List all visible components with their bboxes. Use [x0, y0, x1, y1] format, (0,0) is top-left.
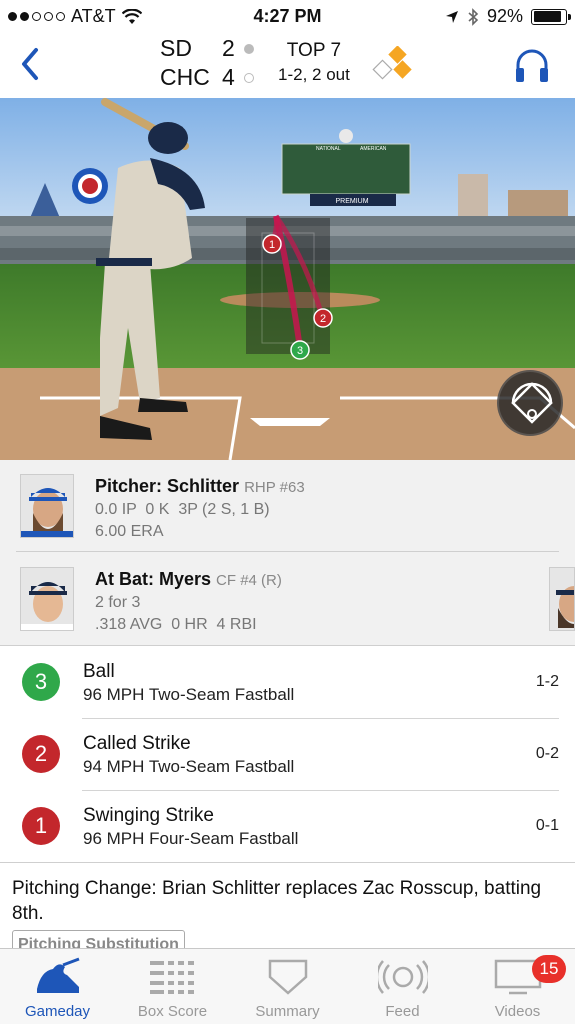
pitch-marker-1-label: 1	[269, 239, 275, 251]
batter-info: At Bat: Myers CF #4 (R) 2 for 3 .318 AVG…	[95, 569, 282, 634]
away-team-abbr: SD	[160, 35, 192, 61]
tab-label: Gameday	[24, 1003, 91, 1020]
location-arrow-icon	[445, 10, 458, 23]
matchup-divider	[16, 551, 559, 552]
field-illustration: PREMIUM NATIONAL AMERICAN 1 2 3	[0, 98, 575, 460]
pitcher-line-1: 0.0 IP 0 K 3P (2 S, 1 B)	[95, 501, 270, 518]
pitch-list: 3 Ball 96 MPH Two-Seam Fastball 1-2 2 Ca…	[0, 647, 575, 863]
pitch-number-badge: 3	[22, 663, 60, 701]
batter-line-1: 2 for 3	[95, 594, 141, 611]
tab-feed[interactable]: Feed	[345, 949, 460, 1024]
batter-name: At Bat: Myers	[95, 569, 212, 589]
baseball-feed-icon	[377, 960, 428, 994]
field-view: PREMIUM NATIONAL AMERICAN 1 2 3	[0, 98, 575, 460]
tab-videos[interactable]: 15 Videos	[460, 949, 575, 1024]
tab-summary[interactable]: Summary	[230, 949, 345, 1024]
tab-label: Videos	[494, 1003, 541, 1020]
pitch-row[interactable]: 3 Ball 96 MPH Two-Seam Fastball 1-2	[0, 647, 575, 719]
scoreboard-banner-text: PREMIUM	[335, 198, 368, 205]
scoreboard: SD 2 CHC 4	[160, 34, 254, 92]
pitch-number-badge: 1	[22, 807, 60, 845]
battery-icon	[531, 8, 571, 25]
inning-label: TOP 7	[286, 40, 342, 61]
back-chevron-icon[interactable]	[14, 44, 50, 84]
pitcher-avatar	[20, 474, 74, 538]
headphones-icon[interactable]	[513, 46, 551, 84]
pitch-result: Called Strike	[83, 733, 191, 754]
pitcher-name-row: Pitcher: Schlitter RHP #63	[95, 476, 305, 497]
batter-line-2: .318 AVG 0 HR 4 RBI	[95, 616, 257, 633]
pitch-count: 1-2	[535, 673, 559, 690]
pitch-result: Swinging Strike	[83, 805, 214, 826]
tab-label: Box Score	[137, 1003, 208, 1020]
home-team-runs: 4	[222, 64, 235, 90]
tab-box-score[interactable]: Box Score	[115, 949, 230, 1024]
event-text: Pitching Change: Brian Schlitter replace…	[12, 878, 542, 924]
tab-label: Feed	[385, 1003, 420, 1020]
count-outs: 1-2, 2 out	[278, 65, 350, 84]
game-header: SD 2 CHC 4 TOP 7 1-2, 2 out	[0, 34, 575, 98]
home-team-row: CHC 4	[160, 63, 254, 92]
pitch-description: 94 MPH Two-Seam Fastball	[83, 757, 295, 776]
game-event: Pitching Change: Brian Schlitter replace…	[12, 876, 563, 959]
pitch-number-badge: 2	[22, 735, 60, 773]
pitch-marker-2-label: 2	[320, 313, 326, 325]
pitcher-meta: RHP #63	[244, 479, 305, 496]
row-divider	[0, 862, 575, 863]
bases-diamond-icon	[372, 46, 412, 80]
scoreboard-right-text: AMERICAN	[360, 146, 387, 152]
pitcher-card[interactable]: Pitcher: Schlitter RHP #63 0.0 IP 0 K 3P…	[0, 460, 575, 552]
box-score-icon	[149, 961, 194, 994]
pitcher-info: Pitcher: Schlitter RHP #63 0.0 IP 0 K 3P…	[95, 476, 305, 541]
batter-card[interactable]: At Bat: Myers CF #4 (R) 2 for 3 .318 AVG…	[0, 553, 575, 645]
pitch-description: 96 MPH Two-Seam Fastball	[83, 685, 295, 704]
pitcher-line-2: 6.00 ERA	[95, 523, 164, 540]
tab-label: Summary	[255, 1003, 320, 1020]
batter-avatar	[20, 567, 74, 631]
pitch-count: 0-1	[535, 817, 559, 834]
pitch-result: Ball	[83, 661, 115, 682]
batting-indicator-empty	[244, 72, 254, 83]
tab-gameday[interactable]: Gameday	[0, 949, 115, 1024]
status-right: 92%	[445, 6, 571, 27]
batter-logo-icon	[36, 957, 80, 993]
bluetooth-icon	[468, 7, 479, 26]
matchup-panel: Pitcher: Schlitter RHP #63 0.0 IP 0 K 3P…	[0, 460, 575, 646]
batter-name-row: At Bat: Myers CF #4 (R)	[95, 569, 282, 590]
home-plate-icon	[268, 959, 307, 995]
scoreboard-left-text: NATIONAL	[316, 146, 341, 152]
pitch-count: 0-2	[535, 745, 559, 762]
on-deck-avatar[interactable]	[549, 567, 575, 631]
field-view-toggle-button[interactable]	[497, 370, 563, 436]
pitch-description: 96 MPH Four-Seam Fastball	[83, 829, 299, 848]
status-bar: AT&T 4:27 PM 92%	[0, 0, 575, 34]
inning-info: TOP 7 1-2, 2 out	[278, 40, 350, 85]
battery-percent: 92%	[486, 6, 523, 26]
pitch-marker-3-label: 3	[297, 345, 303, 357]
pitch-row[interactable]: 2 Called Strike 94 MPH Two-Seam Fastball…	[0, 719, 575, 791]
away-team-runs: 2	[222, 35, 235, 61]
batter-meta: CF #4 (R)	[216, 572, 282, 589]
videos-badge: 15	[532, 955, 566, 983]
pitch-row[interactable]: 1 Swinging Strike 96 MPH Four-Seam Fastb…	[0, 791, 575, 863]
home-team-abbr: CHC	[160, 64, 210, 90]
baseball-diamond-icon	[511, 382, 553, 424]
batting-indicator	[244, 43, 254, 54]
pitcher-name: Pitcher: Schlitter	[95, 476, 240, 496]
tab-bar: Gameday Box Score Summary Feed 15 Videos	[0, 948, 575, 1024]
away-team-row: SD 2	[160, 34, 254, 63]
